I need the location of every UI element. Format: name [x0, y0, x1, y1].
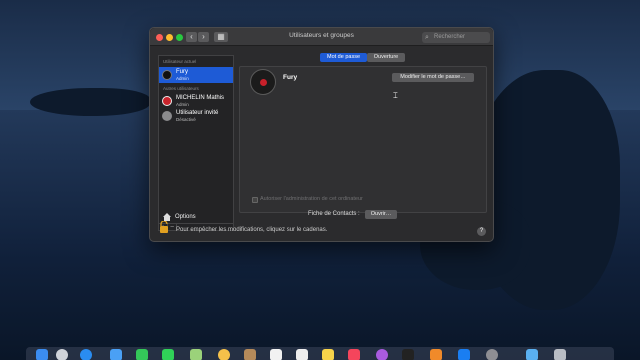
books-icon[interactable]: [430, 349, 442, 360]
user-role: Admin: [176, 102, 189, 107]
user-name: MICHELIN Mathis: [176, 95, 225, 101]
search-placeholder: Rechercher: [434, 34, 466, 40]
user-picture[interactable]: [250, 69, 276, 95]
facetime-icon[interactable]: [136, 349, 148, 360]
reminders-icon[interactable]: [296, 349, 308, 360]
avatar: [162, 96, 172, 106]
mail-icon[interactable]: [110, 349, 122, 360]
options-label: Options: [175, 214, 196, 220]
user-role: Admin: [176, 76, 189, 81]
open-contact-button[interactable]: Ouvrir…: [365, 210, 397, 219]
messages-icon[interactable]: [162, 349, 174, 360]
island-left: [30, 88, 150, 116]
help-button[interactable]: ?: [477, 227, 486, 236]
trash-icon[interactable]: [554, 349, 566, 360]
change-password-button[interactable]: Modifier le mot de passe…: [392, 73, 474, 82]
user-role: Désactivé: [176, 117, 196, 122]
search-input[interactable]: ⌕ Rechercher: [422, 32, 490, 43]
users-sidebar: Utilisateur actuel Fury Admin Autres uti…: [158, 55, 234, 231]
podcasts-icon[interactable]: [376, 349, 388, 360]
contact-card-label: Fiche de Contacts :: [308, 211, 360, 217]
tab-password[interactable]: Mot de passe: [320, 53, 367, 62]
current-user-section-label: Utilisateur actuel: [163, 59, 197, 64]
admin-checkbox-label: Autoriser l'administration de cet ordina…: [260, 196, 363, 202]
admin-checkbox[interactable]: [252, 197, 258, 203]
title-bar: ‹ › ▦ Utilisateurs et groupes ⌕ Recherch…: [150, 28, 493, 46]
user-name-heading: Fury: [283, 74, 298, 81]
lock-instructions: Pour empêcher les modifications, cliquez…: [176, 227, 328, 233]
sidebar-user-fury[interactable]: Fury Admin: [159, 67, 233, 83]
dock: [26, 347, 614, 360]
music-icon[interactable]: [348, 349, 360, 360]
preferences-window: ‹ › ▦ Utilisateurs et groupes ⌕ Recherch…: [149, 27, 494, 242]
tab-login-items[interactable]: Ouverture: [367, 53, 405, 62]
sidebar-user-guest[interactable]: Utilisateur invité Désactivé: [159, 108, 233, 124]
search-icon: ⌕: [425, 34, 429, 41]
avatar: [162, 70, 172, 80]
user-name: Fury: [176, 69, 188, 75]
lock-icon[interactable]: [159, 221, 169, 233]
tv-icon[interactable]: [402, 349, 414, 360]
system-preferences-icon[interactable]: [486, 349, 498, 360]
maps-icon[interactable]: [190, 349, 202, 360]
photos-icon[interactable]: [218, 349, 230, 360]
options-item[interactable]: Options: [159, 211, 233, 223]
safari-icon[interactable]: [80, 349, 92, 360]
user-name: Utilisateur invité: [176, 110, 219, 116]
guest-avatar-icon: [162, 111, 172, 121]
launchpad-icon[interactable]: [56, 349, 68, 360]
sidebar-user-michelin[interactable]: MICHELIN Mathis Admin: [159, 93, 233, 109]
other-users-section-label: Autres utilisateurs: [163, 86, 199, 91]
mouse-cursor-icon: ⌶: [393, 91, 398, 100]
contacts-icon[interactable]: [244, 349, 256, 360]
downloads-folder-icon[interactable]: [526, 349, 538, 360]
finder-icon[interactable]: [36, 349, 48, 360]
notes-icon[interactable]: [322, 349, 334, 360]
user-detail-panel: [239, 66, 487, 213]
app-store-icon[interactable]: [458, 349, 470, 360]
calendar-icon[interactable]: [270, 349, 282, 360]
